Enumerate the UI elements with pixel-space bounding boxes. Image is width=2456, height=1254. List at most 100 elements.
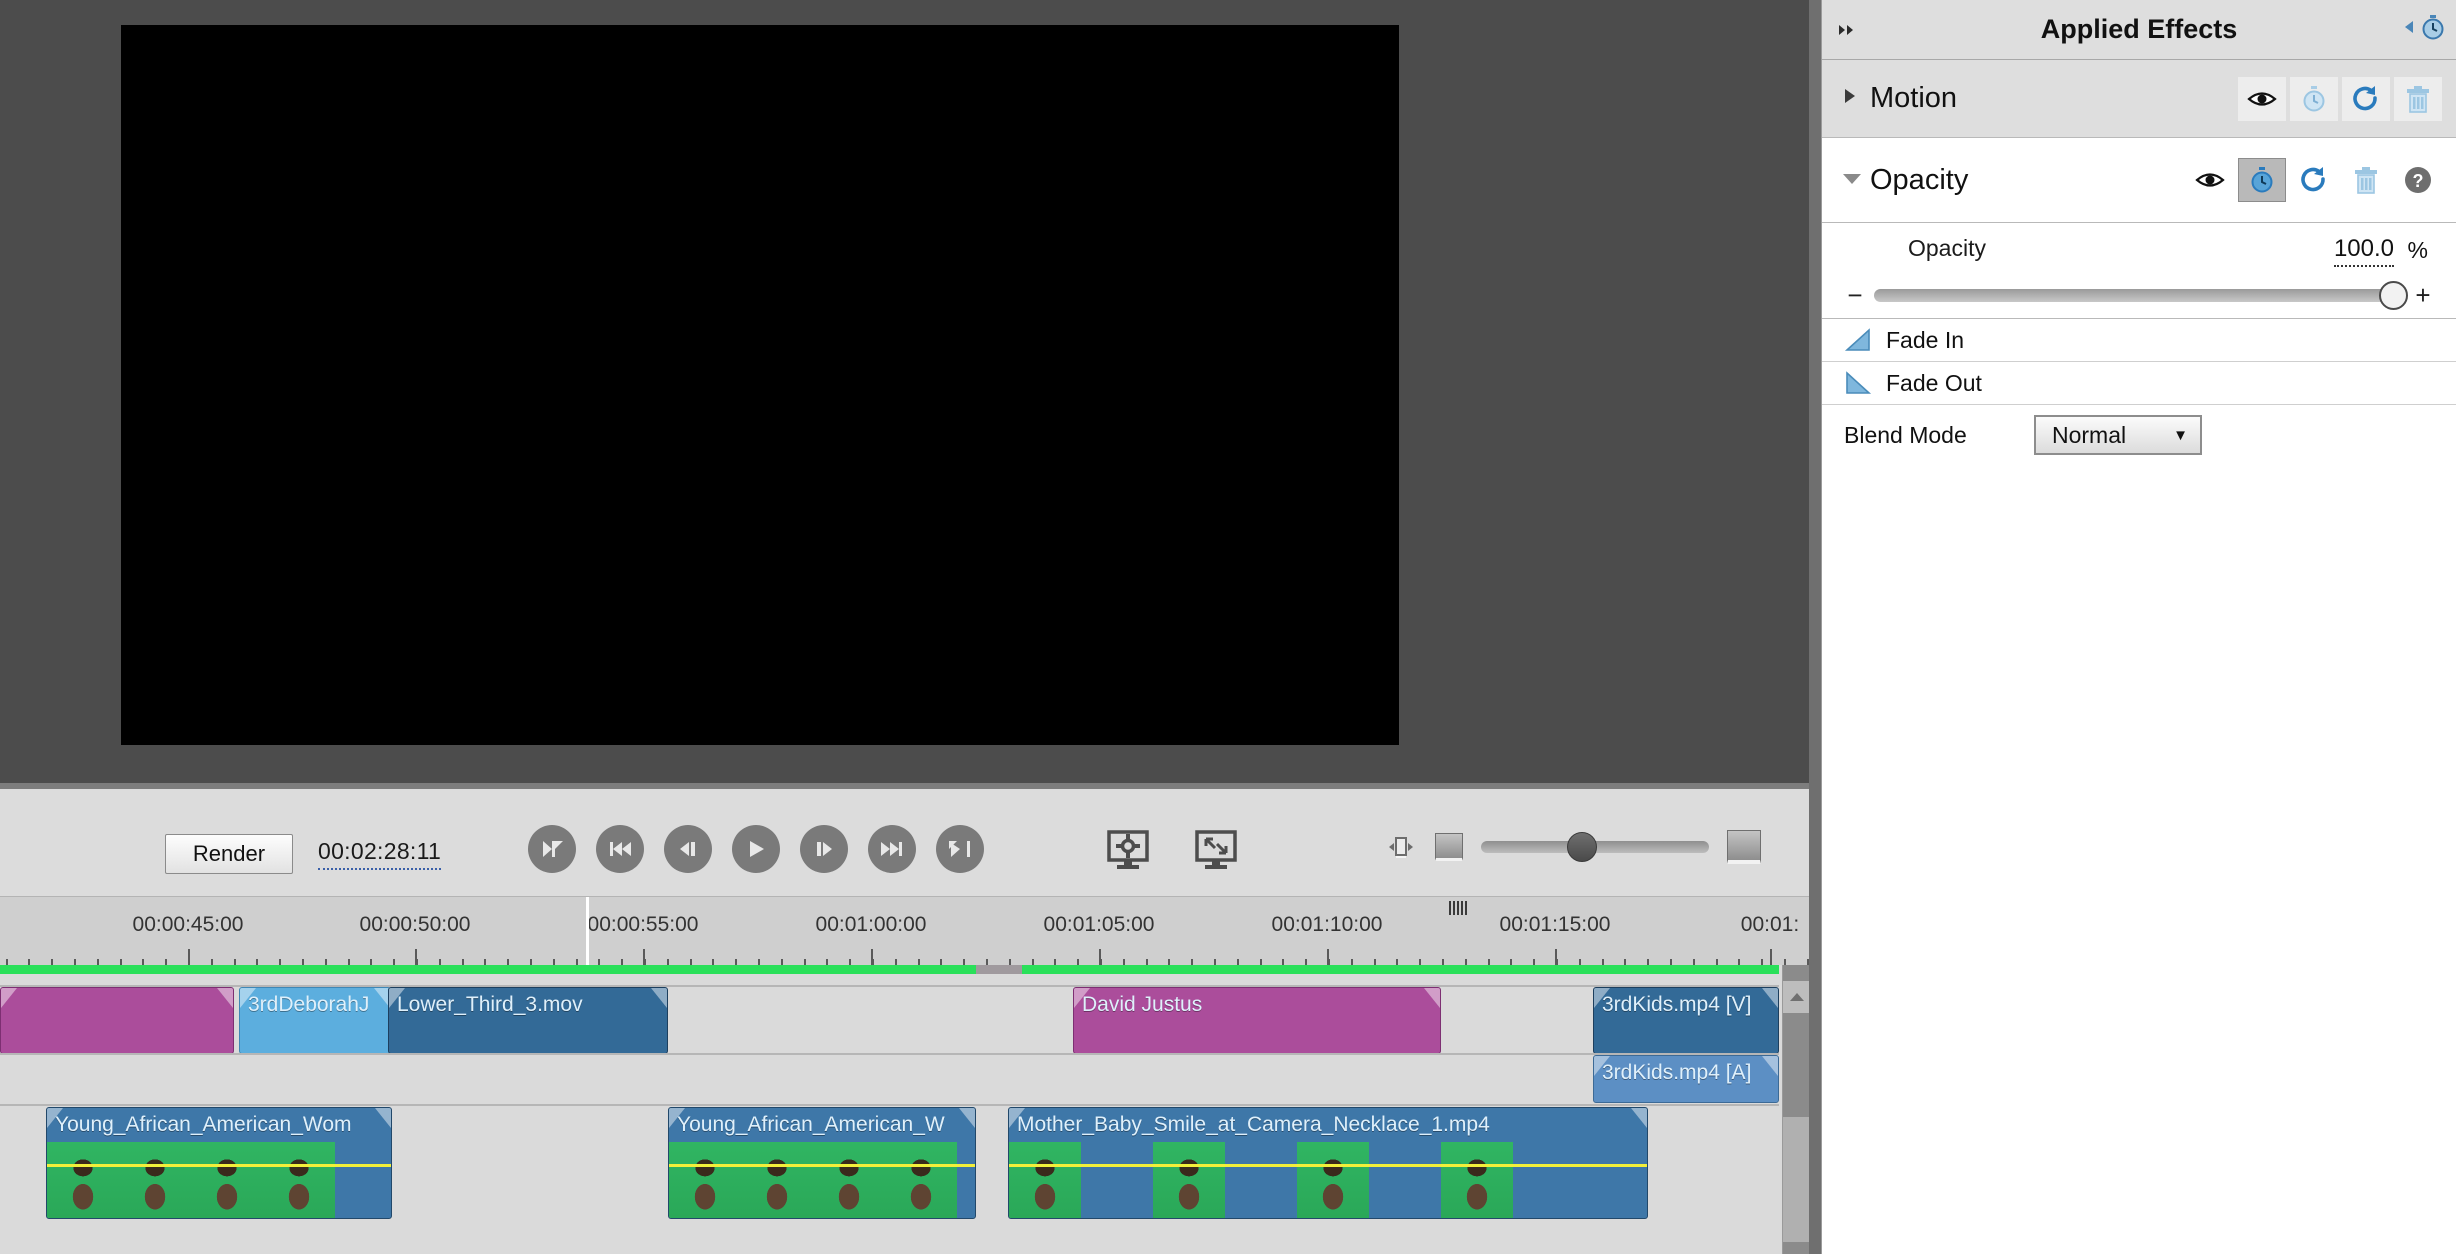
clip-3rdkids-audio[interactable]: 3rdKids.mp4 [A] [1593, 1055, 1779, 1103]
zoom-slider[interactable] [1481, 832, 1709, 862]
clip-label: David Justus [1082, 993, 1203, 1016]
fade-out-label: Fade Out [1886, 369, 1982, 396]
opacity-decrease-button[interactable]: − [1844, 280, 1866, 311]
step-back-button[interactable] [664, 825, 712, 873]
help-icon: ? [2405, 167, 2431, 193]
clip-3rd-deborah-j[interactable]: 3rdDeborahJ [239, 987, 391, 1054]
render-button-label: Render [192, 841, 266, 866]
panel-empty-area [1822, 465, 2456, 1254]
timeline-tracks-area: 3rdDeborahJ Lower_Third_3.mov David Justus… [0, 965, 1809, 1254]
small-frame-button[interactable] [1435, 833, 1463, 861]
clip-opacity-line[interactable] [669, 1164, 975, 1167]
eye-icon [2247, 91, 2277, 106]
timeline-right-edge [1809, 0, 1821, 1254]
opacity-toggle-animation-button[interactable] [2238, 158, 2286, 202]
clip-young-african-american-woman-2[interactable]: Young_African_American_W [668, 1107, 976, 1219]
monitor-settings-button[interactable] [1105, 826, 1151, 872]
triangle-down-icon [1843, 173, 1861, 184]
monitor-crop-button[interactable] [1193, 826, 1239, 872]
timeline-ruler[interactable]: 00:00:45:00 00:00:50:00 00:00:55:00 00:01:0… [0, 897, 1809, 965]
step-forward-button[interactable] [800, 825, 848, 873]
motion-delete-button[interactable] [2394, 76, 2442, 121]
opacity-increase-button[interactable]: + [2412, 280, 2434, 311]
opacity-help-button[interactable]: ? [2394, 158, 2442, 202]
clip-thumbnail [263, 1142, 335, 1218]
clip-thumbnail [1081, 1142, 1153, 1218]
program-monitor-screen[interactable] [121, 25, 1399, 745]
timeline-work-area-marker[interactable] [1449, 901, 1467, 915]
play-button[interactable] [732, 825, 780, 873]
clip-thumbnail [813, 1142, 885, 1218]
panel-expand-button[interactable] [1836, 18, 1860, 44]
playhead[interactable] [586, 897, 589, 965]
effect-name-motion: Motion [1870, 82, 1958, 114]
transport-controls [528, 825, 984, 873]
applied-effects-header: Applied Effects [1822, 0, 2456, 60]
fade-in-row[interactable]: Fade In [1822, 319, 2456, 362]
scroll-up-button[interactable] [1783, 981, 1810, 1013]
ruler-label: 00:00:50:00 [359, 913, 471, 936]
clip-opacity-line[interactable] [1009, 1164, 1647, 1167]
monitor-zoom-controls [1385, 830, 1761, 864]
ruler-label: 00:01:05:00 [1043, 913, 1155, 936]
timeline-vertical-scrollbar[interactable] [1782, 965, 1810, 1254]
clip-3rdkids-video[interactable]: 3rdKids.mp4 [V] [1593, 987, 1779, 1054]
opacity-delete-button[interactable] [2342, 158, 2390, 202]
scrollbar-thumb[interactable] [1783, 1117, 1810, 1242]
fast-forward-button[interactable] [868, 825, 916, 873]
stopwatch-icon [2251, 167, 2273, 193]
clip-magenta-left[interactable] [0, 987, 234, 1054]
clip-young-african-american-woman-1[interactable]: Young_African_American_Wom [46, 1107, 392, 1219]
video-editor-window: Render 00:02:28:11 00:00:45:00 00:00:50:… [0, 0, 2456, 1254]
zoom-slider-knob[interactable] [1567, 832, 1597, 862]
ruler-tick-major [1099, 949, 1101, 965]
reset-icon [2353, 85, 2377, 110]
clip-thumbnail [1369, 1142, 1441, 1218]
clip-thumbnail-strip [47, 1142, 391, 1218]
monitor-tools [1105, 826, 1239, 872]
clip-thumbnail [1297, 1142, 1369, 1218]
chevron-down-icon: ▼ [2173, 426, 2188, 444]
rewind-button[interactable] [596, 825, 644, 873]
clip-thumbnail-strip [669, 1142, 975, 1218]
go-to-in-point-button[interactable] [528, 825, 576, 873]
fade-out-row[interactable]: Fade Out [1822, 362, 2456, 405]
opacity-slider-knob[interactable] [2379, 281, 2408, 310]
clip-opacity-line[interactable] [47, 1164, 391, 1167]
audio-track-1[interactable]: 3rdKids.mp4 [A] [0, 1055, 1779, 1103]
clip-label [1, 988, 233, 993]
clip-label: Young_African_American_W [677, 1113, 945, 1136]
video-track-1[interactable]: Young_African_American_Wom Young_African_… [0, 1107, 1779, 1219]
clip-david-justus[interactable]: David Justus [1073, 987, 1441, 1054]
motion-disclosure-triangle[interactable] [1840, 85, 1870, 112]
ruler-tick-major [643, 949, 645, 965]
blend-mode-select[interactable]: Normal ▼ [2034, 415, 2202, 455]
ruler-label: 00:00:45:00 [132, 913, 244, 936]
effect-row-opacity[interactable]: Opacity ? [1822, 138, 2456, 223]
double-chevron-right-icon [1839, 25, 1853, 35]
video-track-2[interactable]: 3rdDeborahJ Lower_Third_3.mov David Justus… [0, 987, 1779, 1054]
fit-frame-button[interactable] [1385, 832, 1417, 862]
opacity-toggle-visibility-button[interactable] [2186, 158, 2234, 202]
keyframe-navigator-button[interactable] [2404, 12, 2448, 42]
render-button[interactable]: Render [165, 834, 293, 874]
unrendered-segment [976, 965, 1022, 974]
clip-label: Young_African_American_Wom [55, 1113, 352, 1136]
motion-toggle-visibility-button[interactable] [2238, 76, 2286, 121]
keyframe-stopwatch-icon [2422, 15, 2444, 40]
opacity-reset-button[interactable] [2290, 158, 2338, 202]
opacity-value-field[interactable]: 100.0 [2333, 235, 2394, 267]
large-frame-button[interactable] [1727, 830, 1761, 864]
program-monitor-pane [0, 0, 1809, 788]
render-status-bar[interactable] [0, 965, 1779, 974]
motion-toggle-animation-button[interactable] [2290, 76, 2338, 121]
fit-frame-icon [1389, 837, 1413, 858]
motion-reset-button[interactable] [2342, 76, 2390, 121]
opacity-disclosure-triangle[interactable] [1840, 168, 1870, 193]
go-to-out-point-button[interactable] [936, 825, 984, 873]
effect-row-motion[interactable]: Motion [1822, 60, 2456, 138]
clip-lower-third-3[interactable]: Lower_Third_3.mov [388, 987, 668, 1054]
clip-mother-baby-smile[interactable]: Mother_Baby_Smile_at_Camera_Necklace_1.m… [1008, 1107, 1648, 1219]
timecode-field[interactable]: 00:02:28:11 [318, 838, 442, 870]
opacity-slider[interactable] [1874, 281, 2408, 310]
